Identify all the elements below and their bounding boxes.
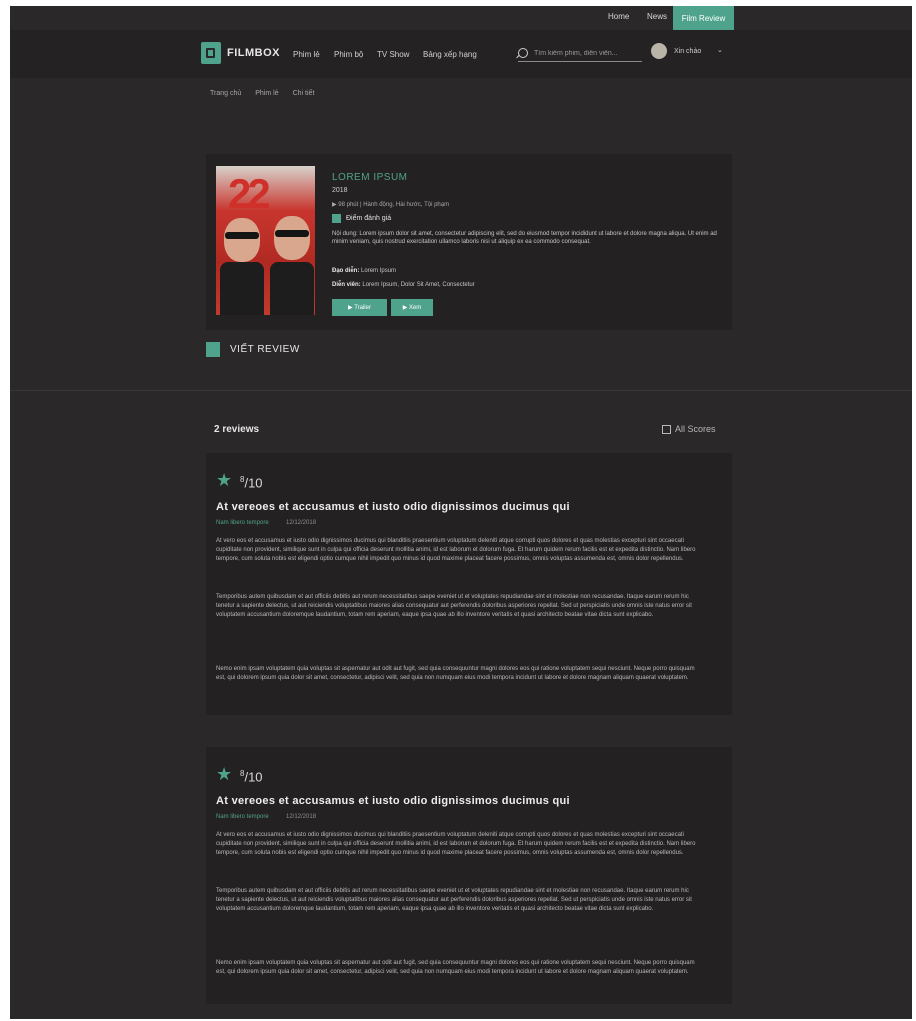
user-name[interactable]: Xin chào xyxy=(674,48,701,55)
avatar[interactable] xyxy=(651,43,667,59)
review-card: ★ 8/10 At vereoes et accusamus et iusto … xyxy=(206,453,732,715)
review-score-max: /10 xyxy=(244,769,263,785)
write-review-button[interactable]: VIẾT REVIEW xyxy=(206,342,300,357)
review-author[interactable]: Nam libero tempore xyxy=(216,520,269,526)
nav-link-series[interactable]: Phim bộ xyxy=(334,50,363,59)
page-frame: Home News Film Review FILMBOX Phim lẻ Ph… xyxy=(10,6,912,1019)
score-filter[interactable]: All Scores xyxy=(662,424,716,434)
poster-face-right xyxy=(274,216,310,260)
score-filter-label: All Scores xyxy=(675,424,716,434)
search-box xyxy=(518,45,642,62)
breadcrumb-home[interactable]: Trang chủ xyxy=(210,90,241,97)
film-review-button[interactable]: Film Review xyxy=(673,6,734,30)
poster-face-left xyxy=(224,218,260,262)
poster-artwork: 22 xyxy=(228,170,271,217)
review-paragraph: Nemo enim ipsam voluptatem quia voluptas… xyxy=(216,666,695,681)
review-title[interactable]: At vereoes et accusamus et iusto odio di… xyxy=(216,795,570,807)
trailer-button[interactable]: ▶ Trailer xyxy=(332,299,387,316)
breadcrumb: Trang chủ Phim lẻ Chi tiết xyxy=(210,90,314,97)
nav-link-movies[interactable]: Phim lẻ xyxy=(293,50,320,59)
top-utility-bar: Home News Film Review xyxy=(10,6,912,30)
news-link[interactable]: News xyxy=(647,12,667,21)
review-score: 8/10 xyxy=(240,475,263,490)
movie-rating: Điểm đánh giá xyxy=(332,214,391,223)
review-paragraph: Temporibus autem quibusdam et aut offici… xyxy=(216,594,692,618)
chevron-down-icon[interactable]: ⌄ xyxy=(717,46,723,54)
nav-link-tvshow[interactable]: TV Show xyxy=(377,50,409,59)
logo-text: FILMBOX xyxy=(227,47,280,59)
watch-button[interactable]: ▶ Xem xyxy=(391,299,433,316)
movie-plot: Nội dung: Lorem ipsum dolor sit amet, co… xyxy=(332,231,717,245)
review-card: ★ 8/10 At vereoes et accusamus et iusto … xyxy=(206,747,732,1004)
write-review-icon xyxy=(206,342,220,357)
star-icon: ★ xyxy=(216,764,233,784)
search-icon[interactable] xyxy=(518,48,528,58)
breadcrumb-movies[interactable]: Phim lẻ xyxy=(255,90,278,97)
movie-cast: Diễn viên: Lorem Ipsum, Dolor Sit Amet, … xyxy=(332,282,475,288)
movie-year: 2018 xyxy=(332,187,348,194)
review-paragraph: At vero eos et accusamus et iusto odio d… xyxy=(216,538,696,562)
poster-figure-left xyxy=(220,262,264,315)
rating-label: Điểm đánh giá xyxy=(346,215,392,222)
write-review-label: VIẾT REVIEW xyxy=(230,344,300,355)
director-label: Đạo diễn: xyxy=(332,268,360,274)
poster-figure-right xyxy=(270,262,314,315)
review-paragraph: At vero eos et accusamus et iusto odio d… xyxy=(216,832,696,856)
cast-label: Diễn viên: xyxy=(332,282,361,288)
main-nav: FILMBOX Phim lẻ Phim bộ TV Show Bảng xếp… xyxy=(10,30,912,78)
review-score-max: /10 xyxy=(244,475,263,491)
review-score: 8/10 xyxy=(240,769,263,784)
search-input[interactable] xyxy=(534,49,634,57)
review-author[interactable]: Nam libero tempore xyxy=(216,814,269,820)
home-link[interactable]: Home xyxy=(608,12,629,21)
filter-icon xyxy=(662,424,671,434)
review-date: 12/12/2018 xyxy=(286,520,317,526)
movie-meta: ▶ 98 phút | Hành động, Hài hước, Tội phạ… xyxy=(332,202,450,208)
cast-value: Lorem Ipsum, Dolor Sit Amet, Consectetur xyxy=(362,282,475,288)
section-divider xyxy=(10,390,912,391)
star-icon: ★ xyxy=(216,470,233,490)
movie-poster[interactable]: 22 xyxy=(216,166,315,315)
logo-icon xyxy=(201,42,221,64)
movie-director: Đạo diễn: Lorem Ipsum xyxy=(332,268,396,274)
review-title[interactable]: At vereoes et accusamus et iusto odio di… xyxy=(216,501,570,513)
poster-sunglasses-right xyxy=(275,230,309,237)
movie-info-card: 22 LOREM IPSUM 2018 ▶ 98 phút | Hành độn… xyxy=(206,154,732,330)
movie-title: LOREM IPSUM xyxy=(332,172,408,183)
nav-link-ranking[interactable]: Bảng xếp hạng xyxy=(423,50,477,59)
review-paragraph: Nemo enim ipsam voluptatem quia voluptas… xyxy=(216,960,695,975)
poster-sunglasses-left xyxy=(225,232,259,239)
breadcrumb-current: Chi tiết xyxy=(292,90,315,97)
rating-badge-icon xyxy=(332,214,341,223)
review-count: 2 reviews xyxy=(214,424,260,435)
review-date: 12/12/2018 xyxy=(286,814,317,820)
logo[interactable]: FILMBOX xyxy=(201,42,280,64)
review-paragraph: Temporibus autem quibusdam et aut offici… xyxy=(216,888,692,912)
director-value: Lorem Ipsum xyxy=(361,268,397,274)
